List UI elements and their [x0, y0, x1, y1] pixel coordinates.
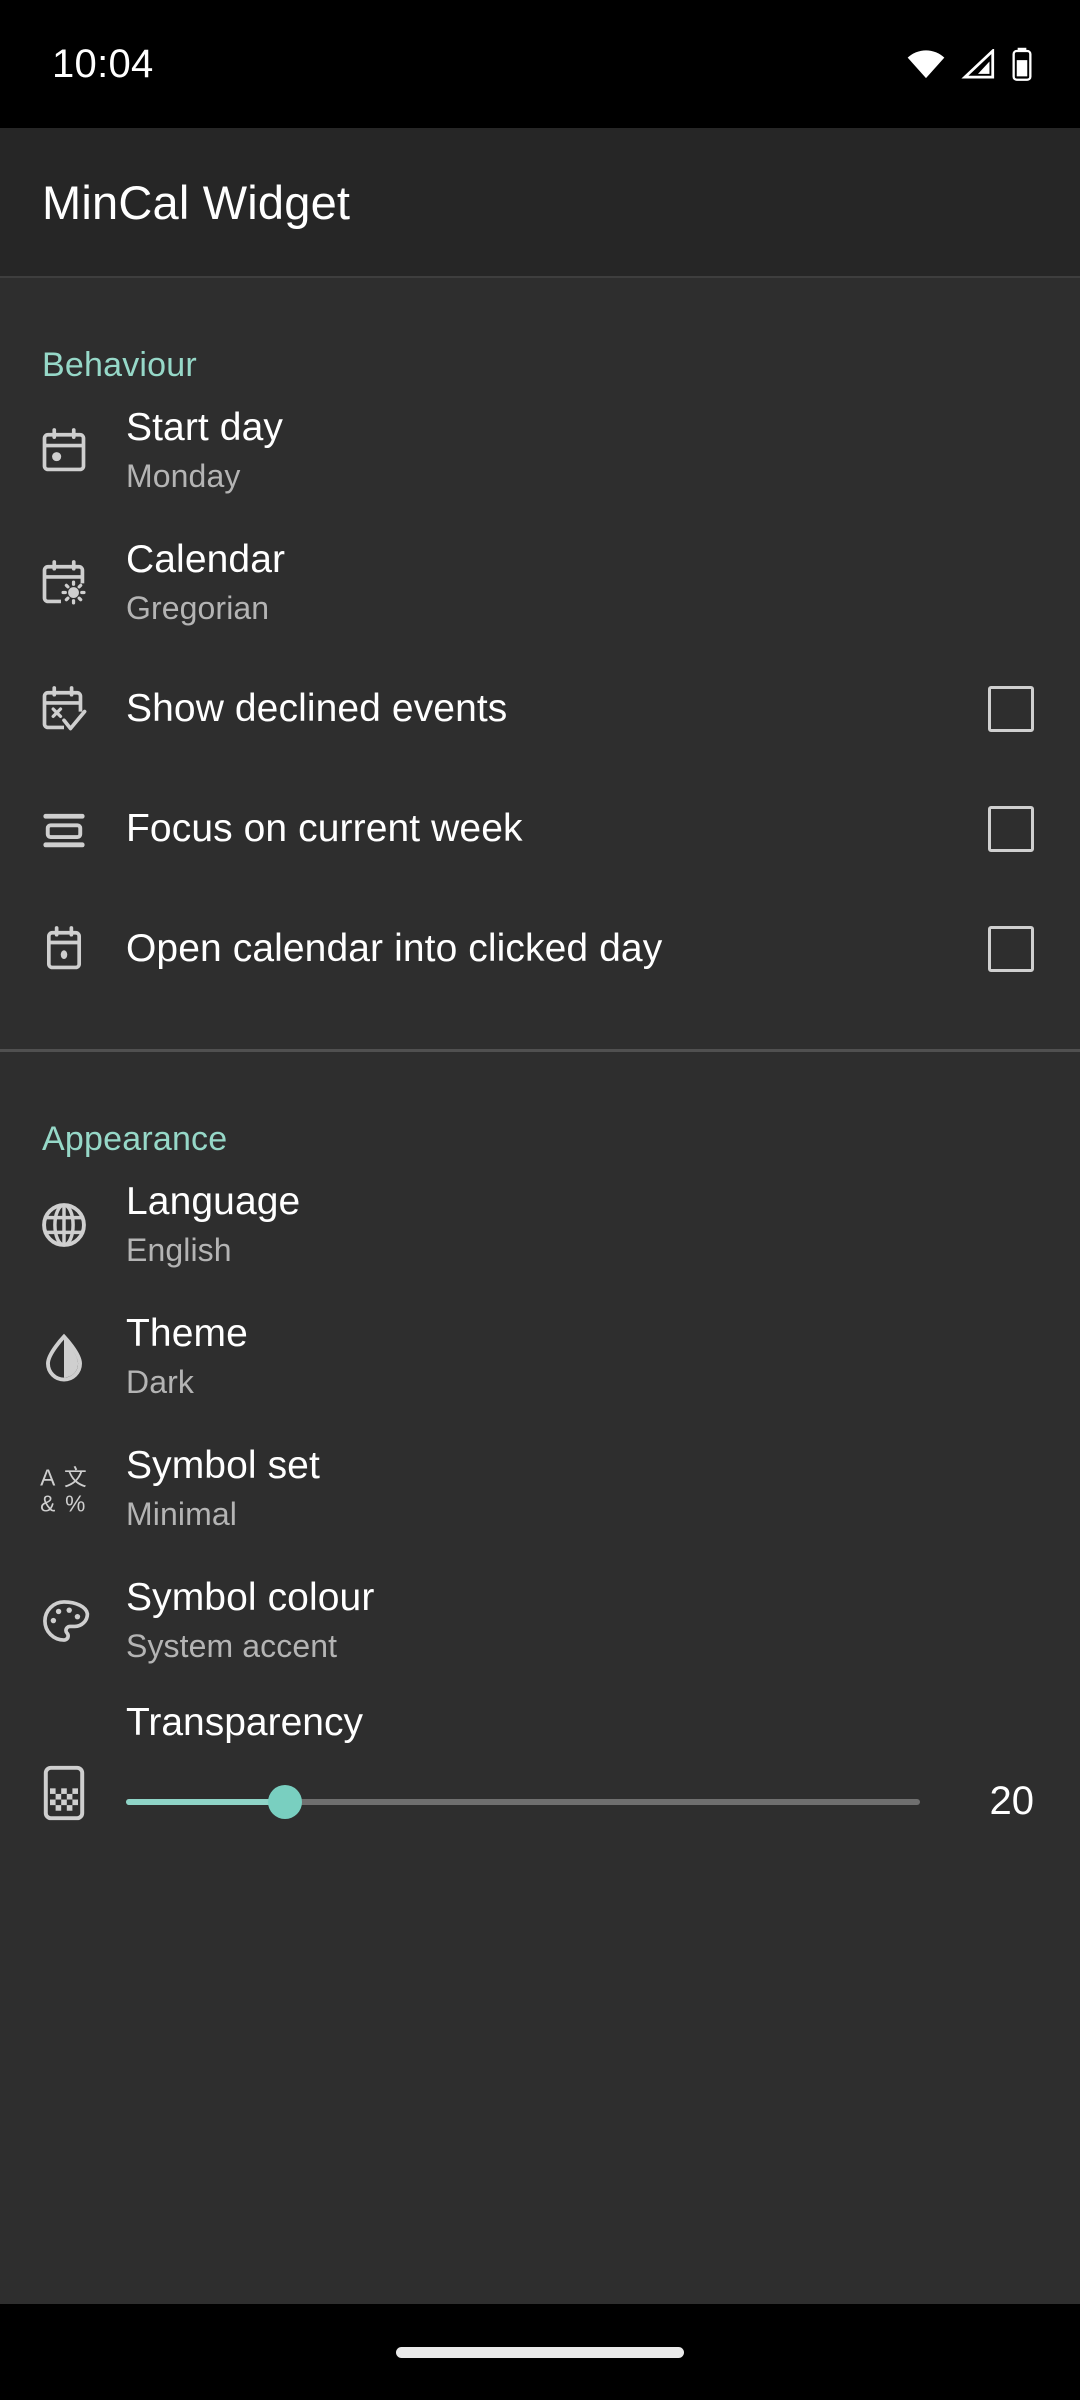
setting-value: Minimal: [126, 1495, 237, 1532]
svg-text:%: %: [65, 1490, 85, 1515]
setting-value: Dark: [126, 1363, 194, 1400]
setting-row-text: Focus on current week: [114, 805, 970, 853]
setting-row-text: Show declined events: [114, 685, 970, 733]
setting-title: Symbol set: [126, 1444, 320, 1488]
rows-focus-icon: [38, 803, 114, 855]
slider-line: 20: [126, 1779, 1034, 1824]
status-bar-icons: [906, 47, 1034, 81]
status-bar: 10:04: [0, 0, 1080, 128]
slider-fill: [126, 1798, 285, 1805]
setting-row-text: Start day Monday: [114, 404, 1034, 497]
setting-row-text: Symbol set Minimal: [114, 1442, 1034, 1535]
section-header-behaviour: Behaviour: [42, 346, 197, 384]
setting-title: Focus on current week: [126, 807, 523, 851]
transparency-control[interactable]: Transparency 20: [114, 1687, 1034, 1824]
setting-title: Language: [126, 1180, 301, 1224]
setting-row-language[interactable]: Language English: [0, 1159, 1080, 1291]
battery-icon: [1010, 47, 1034, 81]
setting-title: Show declined events: [126, 687, 508, 731]
status-bar-clock: 10:04: [52, 41, 154, 86]
calendar-day-icon: [38, 425, 114, 477]
system-navigation-bar: [0, 2304, 1080, 2400]
setting-row-text: Open calendar into clicked day: [114, 925, 970, 973]
setting-row-text: Symbol colour System accent: [114, 1574, 1034, 1667]
slider-thumb[interactable]: [267, 1784, 302, 1819]
setting-value: Monday: [126, 457, 241, 494]
setting-row-open-calendar-into-clicked-day[interactable]: Open calendar into clicked day: [0, 889, 1080, 1009]
page-title: MinCal Widget: [42, 175, 351, 229]
setting-value: Gregorian: [126, 589, 270, 626]
transparency-slider[interactable]: [126, 1784, 920, 1819]
transparency-value: 20: [989, 1779, 1035, 1823]
setting-row-theme[interactable]: Theme Dark: [0, 1291, 1080, 1423]
phone-screen: 10:04 MinCal Widget Behaviour Start day …: [0, 0, 1080, 2400]
setting-row-transparency[interactable]: Transparency 20: [0, 1687, 1080, 1847]
wifi-icon: [906, 49, 946, 79]
setting-title: Open calendar into clicked day: [126, 927, 663, 971]
setting-title: Transparency: [126, 1701, 363, 1744]
setting-title: Theme: [126, 1312, 248, 1356]
setting-value: System accent: [126, 1627, 338, 1664]
checkbox-show-declined-events[interactable]: [988, 686, 1034, 732]
svg-text:A: A: [40, 1465, 56, 1491]
setting-row-text: Language English: [114, 1178, 1034, 1271]
setting-value: English: [126, 1231, 232, 1268]
checkbox-focus-on-current-week[interactable]: [988, 806, 1034, 852]
setting-title: Start day: [126, 406, 283, 450]
section-header-appearance: Appearance: [42, 1120, 228, 1158]
setting-title: Calendar: [126, 538, 286, 582]
contrast-droplet-icon: [38, 1331, 114, 1383]
checkerboard-icon: [38, 1687, 114, 1847]
setting-row-focus-on-current-week[interactable]: Focus on current week: [0, 769, 1080, 889]
setting-row-symbol-colour[interactable]: Symbol colour System accent: [0, 1555, 1080, 1687]
glyph-set-icon: A 文 & %: [38, 1463, 114, 1515]
setting-row-symbol-set[interactable]: A 文 & % Symbol set Minimal: [0, 1423, 1080, 1555]
svg-text:&: &: [40, 1490, 55, 1515]
globe-icon: [38, 1199, 114, 1251]
palette-icon: [38, 1595, 114, 1647]
setting-row-text: Theme Dark: [114, 1310, 1034, 1403]
svg-text:文: 文: [64, 1466, 87, 1492]
setting-row-text: Calendar Gregorian: [114, 536, 1034, 629]
app-bar: MinCal Widget: [0, 128, 1080, 276]
gesture-handle[interactable]: [396, 2346, 684, 2358]
checkbox-open-calendar-into-clicked-day[interactable]: [988, 926, 1034, 972]
setting-row-calendar[interactable]: Calendar Gregorian: [0, 517, 1080, 649]
cellular-signal-icon: [960, 49, 996, 79]
setting-title: Symbol colour: [126, 1576, 375, 1620]
settings-list[interactable]: Behaviour Start day Monday Calendar Greg…: [0, 276, 1080, 2304]
setting-row-start-day[interactable]: Start day Monday: [0, 385, 1080, 517]
calendar-sun-icon: [38, 557, 114, 609]
calendar-declined-icon: [38, 683, 114, 735]
calendar-open-day-icon: [38, 923, 114, 975]
setting-row-show-declined-events[interactable]: Show declined events: [0, 649, 1080, 769]
